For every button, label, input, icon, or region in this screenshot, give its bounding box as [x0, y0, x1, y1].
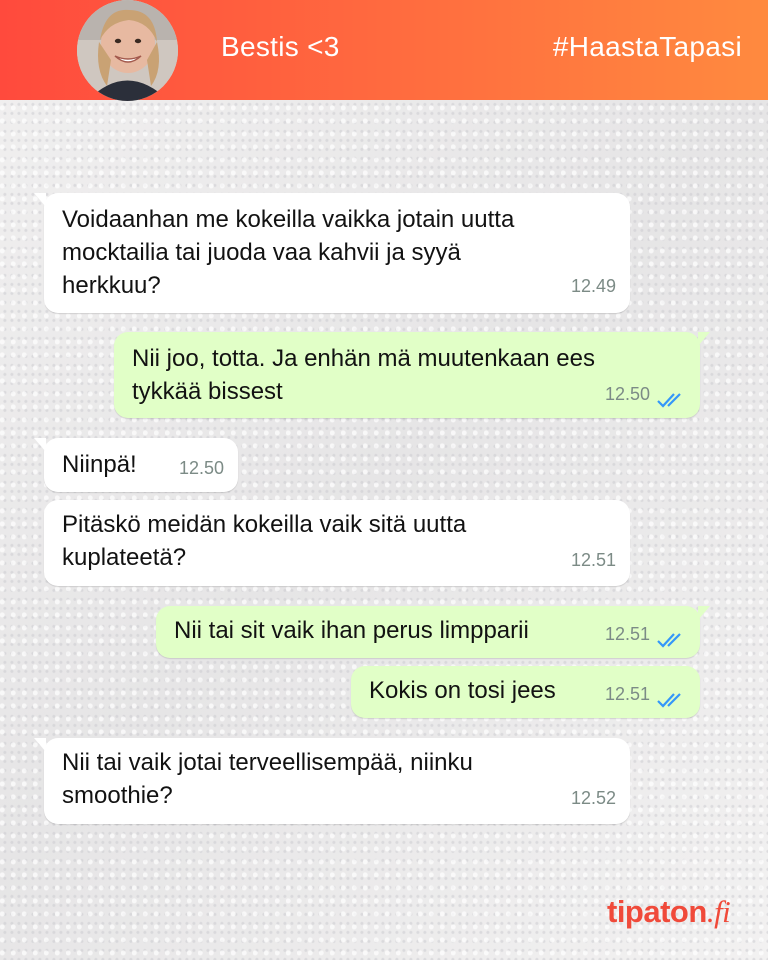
message-incoming[interactable]: Voidaanhan me kokeilla vaikka jotain uut…: [34, 193, 630, 313]
message-outgoing[interactable]: Nii tai sit vaik ihan perus limpparii 12…: [156, 606, 710, 658]
bubble-tail: [34, 438, 46, 452]
message-time: 12.51: [604, 684, 650, 704]
read-receipt-icon: [657, 633, 681, 648]
message-outgoing[interactable]: Nii joo, totta. Ja enhän mä muutenkaan e…: [114, 332, 710, 418]
message-text: Nii tai vaik jotai terveellisempää, niin…: [62, 749, 473, 809]
hashtag-label: #HaastaTapasi: [552, 31, 742, 62]
contact-avatar[interactable]: [77, 0, 178, 101]
message-incoming[interactable]: Nii tai vaik jotai terveellisempää, niin…: [34, 738, 630, 824]
message-time: 12.51: [570, 550, 616, 570]
tipaton-logo: tipaton.fi: [607, 894, 731, 930]
logo-main-text: tipaton: [607, 894, 707, 929]
message-time: 12.50: [178, 458, 224, 478]
avatar-photo-icon: [77, 0, 178, 101]
message-text: Nii tai sit vaik ihan perus limpparii: [174, 617, 529, 644]
message-text: Kokis on tosi jees: [369, 677, 556, 704]
message-time: 12.49: [570, 276, 616, 296]
message-text: Voidaanhan me kokeilla vaikka jotain uut…: [62, 206, 515, 299]
message-text: Niinpä!: [62, 451, 137, 478]
message-outgoing[interactable]: Kokis on tosi jees 12.51: [351, 666, 700, 718]
bubble-tail: [34, 193, 46, 207]
read-receipt-icon: [657, 693, 681, 708]
bubble-tail: [698, 606, 710, 620]
message-time: 12.51: [604, 624, 650, 644]
bubble-tail: [34, 738, 46, 752]
message-incoming[interactable]: Niinpä! 12.50: [34, 438, 238, 492]
message-time: 12.52: [570, 788, 616, 808]
contact-name[interactable]: Bestis <3: [221, 31, 340, 63]
read-receipt-icon: [657, 393, 681, 408]
logo-suffix-text: .fi: [706, 894, 731, 929]
message-time: 12.50: [604, 384, 650, 404]
bubble-tail: [698, 332, 710, 346]
message-incoming[interactable]: Pitäskö meidän kokeilla vaik sitä uutta …: [44, 500, 630, 586]
message-text: Pitäskö meidän kokeilla vaik sitä uutta …: [62, 511, 467, 571]
chat-header: Bestis <3 #HaastaTapasi: [0, 0, 768, 101]
